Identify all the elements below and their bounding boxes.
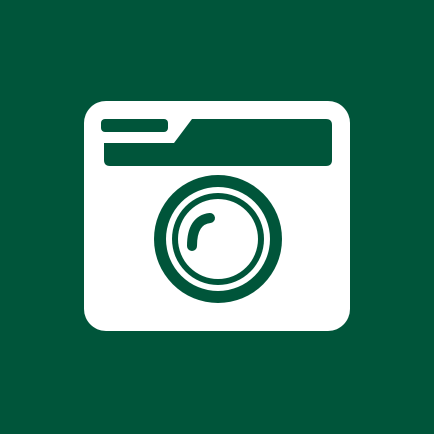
camera-icon [84,101,350,331]
app-icon-tile[interactable] [0,0,434,434]
camera-flash-bar [101,119,168,132]
